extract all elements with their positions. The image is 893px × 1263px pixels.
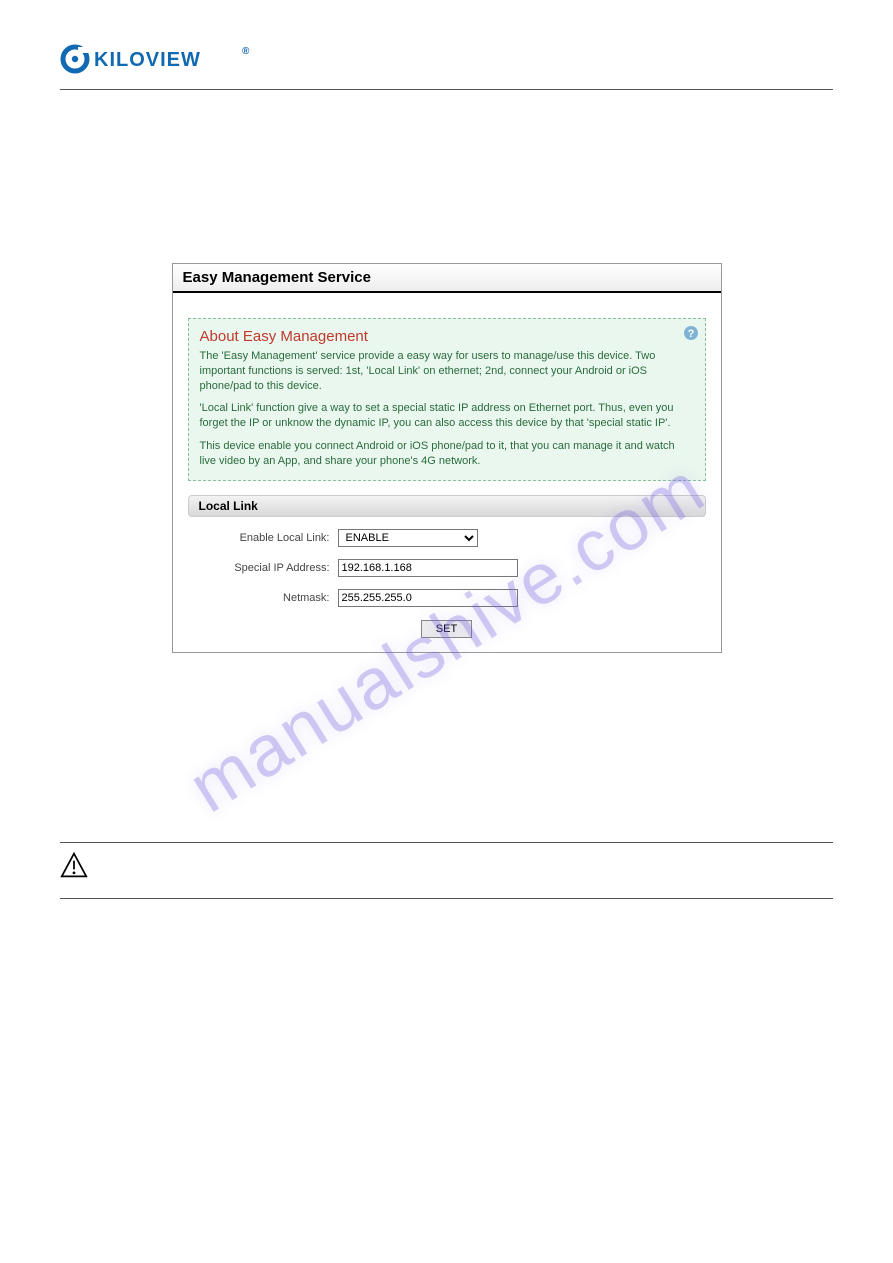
local-link-section: Local Link — [188, 495, 706, 517]
brand-logo-icon: KILOVIEW — [60, 44, 240, 74]
about-heading: About Easy Management — [200, 328, 694, 345]
header: KILOVIEW ® — [60, 40, 833, 90]
warning-text: When the decoder uses Ethernet, this add… — [94, 851, 833, 889]
about-paragraph-1: The 'Easy Management' service provide a … — [200, 349, 694, 394]
panel-title: Easy Management Service — [173, 264, 721, 293]
post-paragraph-1: This function is mainly to prevent that … — [60, 669, 833, 790]
enable-local-link-label: Enable Local Link: — [173, 532, 338, 544]
page: KILOVIEW ® "Convenient management" is us… — [0, 0, 893, 899]
enable-local-link-select[interactable]: ENABLE — [338, 529, 478, 547]
intro-paragraph-2: "Local link" is bound with "Ethernet" ne… — [60, 184, 833, 244]
warning-box: When the decoder uses Ethernet, this add… — [60, 842, 833, 900]
enable-local-link-row: Enable Local Link: ENABLE — [173, 529, 721, 547]
easy-management-panel: Easy Management Service ? About Easy Man… — [172, 263, 722, 653]
page-number: 22 — [0, 1207, 893, 1219]
netmask-row: Netmask: — [173, 589, 721, 607]
netmask-label: Netmask: — [173, 592, 338, 604]
about-box: ? About Easy Management The 'Easy Manage… — [188, 318, 706, 481]
post-paragraph-2: Android and iOS APP are still in develop… — [60, 804, 833, 824]
warning-icon — [60, 851, 94, 889]
about-paragraph-3: This device enable you connect Android o… — [200, 439, 694, 469]
special-ip-input[interactable] — [338, 559, 518, 577]
svg-text:KILOVIEW: KILOVIEW — [94, 49, 201, 71]
intro-paragraph-1: "Convenient management" is used for conv… — [60, 110, 833, 170]
about-paragraph-2: 'Local Link' function give a way to set … — [200, 401, 694, 431]
special-ip-row: Special IP Address: — [173, 559, 721, 577]
set-button[interactable]: SET — [421, 620, 472, 638]
registered-mark: ® — [242, 46, 249, 57]
help-icon: ? — [683, 325, 699, 341]
svg-text:?: ? — [687, 328, 694, 340]
netmask-input[interactable] — [338, 589, 518, 607]
special-ip-label: Special IP Address: — [173, 562, 338, 574]
